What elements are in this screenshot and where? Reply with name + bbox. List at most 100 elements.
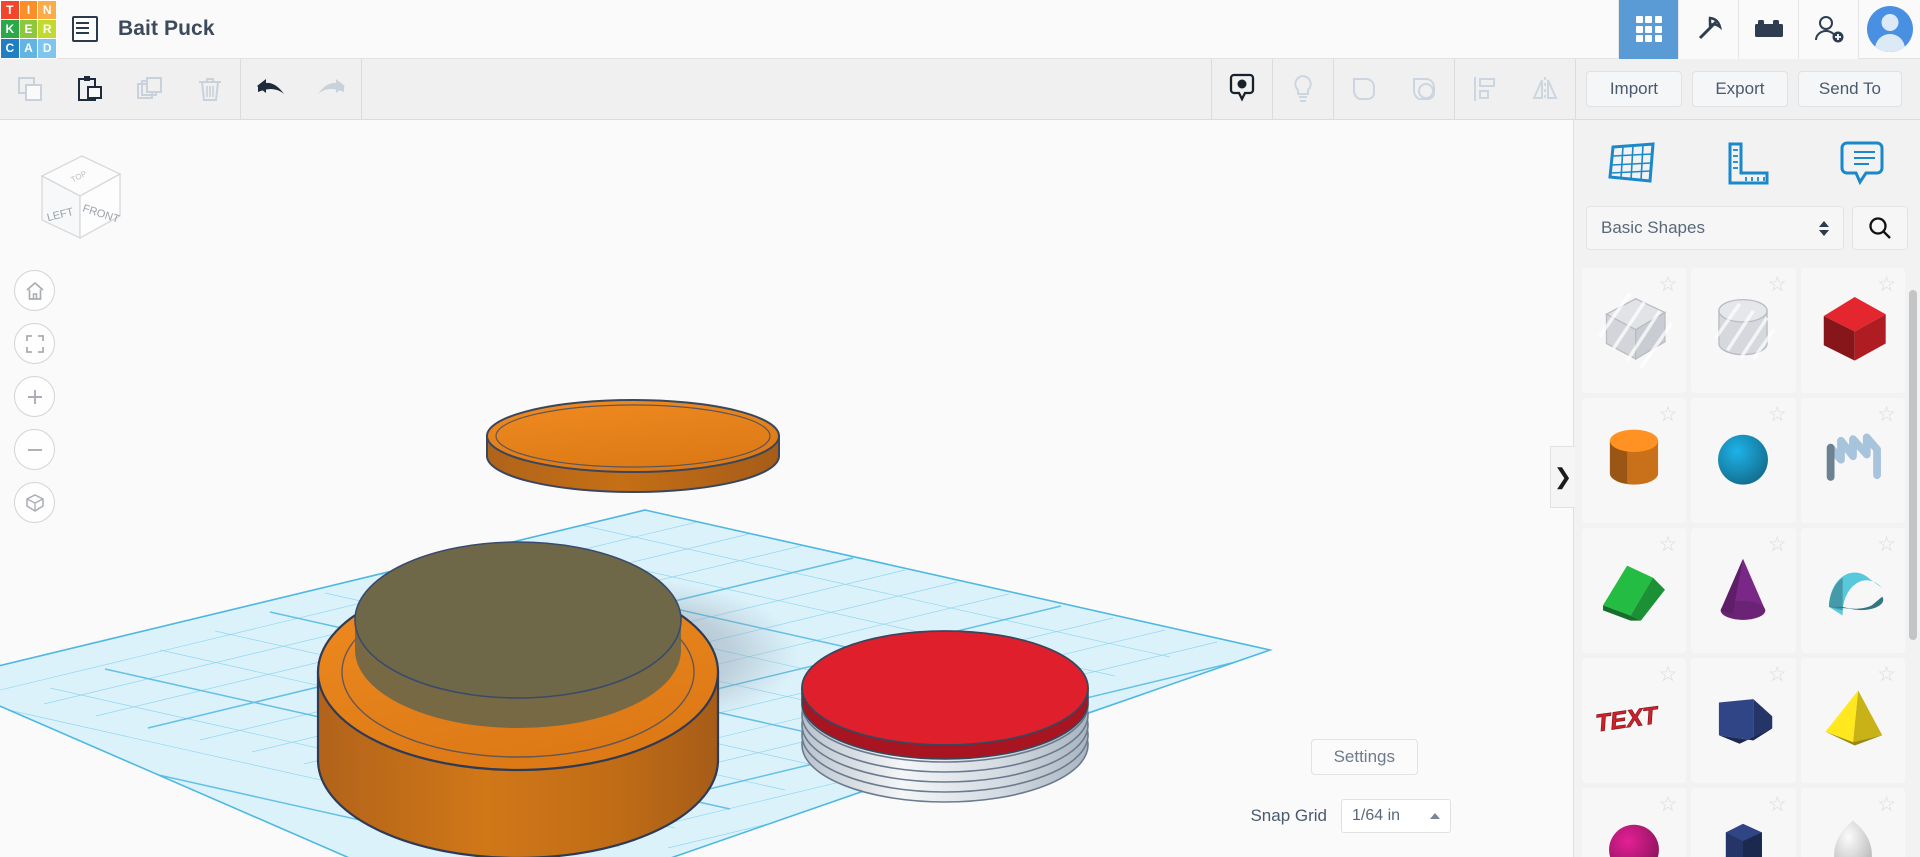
logo-tile-c: C [1,39,19,58]
light-button[interactable] [1273,59,1333,120]
logo-tile-d: D [38,39,56,58]
shape-category-value: Basic Shapes [1601,218,1705,237]
shape-scribble[interactable]: ☆ [1800,398,1905,523]
paste-button[interactable] [60,59,120,120]
history-tools [241,59,361,120]
note-icon[interactable] [1805,138,1920,188]
minus-icon [27,448,42,451]
shape-cylinder-hole[interactable]: ☆ [1691,268,1796,393]
trash-icon [199,78,221,101]
orange-puck-body [316,541,720,857]
shape-wedge[interactable]: ☆ [1691,658,1796,783]
group-button[interactable] [1334,59,1394,120]
shape-library-grid[interactable]: ☆ ☆ ☆ ☆ ☆ ☆ ☆ ☆ ☆ TEXT ☆ ☆ ☆ ☆ ☆ ☆ [1574,260,1920,857]
mirror-button[interactable] [1515,59,1575,120]
copy-icon [18,77,42,101]
shape-pyramid[interactable]: ☆ [1800,658,1905,783]
cylinder-hole-thumbnail [1700,285,1786,376]
caret-up-icon [1430,813,1440,819]
sphere-thumbnail [1700,415,1786,506]
user-avatar[interactable] [1858,0,1920,59]
shapes-scrollbar[interactable] [1909,290,1917,640]
svg-text:TEXT: TEXT [1595,702,1659,738]
shape-search-button[interactable] [1852,206,1908,250]
zoom-out-button[interactable] [14,429,55,470]
home-icon [25,281,44,300]
view-cube[interactable]: LEFT FRONT TOP [20,138,130,253]
red-disc-stack-top [801,630,1089,760]
search-icon [1869,217,1891,239]
duplicate-icon [137,77,162,99]
ungroup-button[interactable] [1394,59,1454,120]
import-button[interactable]: Import [1585,71,1682,107]
group-shapes-icon [1352,78,1375,100]
shape-paraboloid[interactable]: ☆ [1582,788,1687,857]
logo-tile-r: R [38,19,56,39]
list-icon[interactable] [72,16,98,42]
undo-button[interactable] [241,59,301,120]
shape-polygon[interactable]: ☆ [1691,788,1796,857]
shape-category-select[interactable]: Basic Shapes [1586,206,1844,250]
projection-toggle-button[interactable] [14,482,55,523]
shape-egg[interactable]: ☆ [1800,788,1905,857]
workplane-icon[interactable] [1574,139,1689,187]
shape-half-cylinder[interactable]: ☆ [1800,528,1905,653]
shape-box-hole[interactable]: ☆ [1582,268,1687,393]
clipboard-tools [0,59,240,120]
lightbulb-icon [1294,74,1312,102]
tab-designs[interactable] [1618,0,1678,59]
paste-icon [78,76,102,101]
grid-icon [1635,16,1662,42]
send-to-button[interactable]: Send To [1797,71,1902,107]
delete-button[interactable] [180,59,240,120]
shape-cone[interactable]: ☆ [1691,528,1796,653]
redo-button[interactable] [301,59,361,120]
shape-box[interactable]: ☆ [1800,268,1905,393]
settings-button[interactable]: Settings [1310,739,1418,775]
tab-codeblocks[interactable] [1678,0,1738,59]
cone-thumbnail [1700,545,1786,636]
3d-viewport[interactable]: LEFT FRONT TOP Settings Snap Grid 1/64 i… [0,120,1573,857]
fit-frame-icon [25,334,44,353]
paraboloid-thumbnail [1591,805,1677,857]
snap-grid-control: Snap Grid 1/64 in [1250,799,1451,833]
pyramid-thumbnail [1810,675,1896,766]
shape-sphere[interactable]: ☆ [1691,398,1796,523]
zoom-in-button[interactable] [14,376,55,417]
cube-arrow-icon [25,493,44,512]
viewport-nav-controls [14,270,55,535]
duplicate-button[interactable] [120,59,180,120]
visibility-button[interactable] [1212,59,1272,120]
redo-arrow-icon [318,79,345,94]
stepper-arrows-icon [1819,220,1829,236]
align-icon [1473,77,1495,101]
shapes-panel: ❯ Basic Shapes ☆ ☆ ☆ ☆ ☆ ☆ ☆ ☆ ☆ TEXT ☆ … [1550,120,1920,857]
box-thumbnail [1810,285,1896,376]
shape-roof[interactable]: ☆ [1582,528,1687,653]
favorite-star-icon[interactable]: ☆ [1659,664,1678,685]
export-button[interactable]: Export [1691,71,1788,107]
tinkercad-app: TINKERCAD Bait Puck Import Export Send T… [0,0,1920,857]
logo-tile-t: T [1,0,19,19]
panel-collapse-button[interactable]: ❯ [1550,446,1575,508]
mirror-icon [1532,77,1558,101]
polygon-thumbnail [1700,805,1786,857]
page-title: Bait Puck [118,17,215,40]
text-thumbnail: TEXT [1591,692,1677,749]
shape-text[interactable]: TEXT ☆ [1582,658,1687,783]
tinkercad-logo[interactable]: TINKERCAD [0,0,57,59]
fit-to-view-button[interactable] [14,323,55,364]
header-right-actions [1618,0,1920,59]
panel-search-row: Basic Shapes [1574,206,1920,250]
panel-mode-icons [1574,120,1920,206]
invite-people-button[interactable] [1798,0,1858,59]
copy-button[interactable] [0,59,60,120]
ruler-icon[interactable] [1689,139,1804,187]
tab-bricks[interactable] [1738,0,1798,59]
plus-icon [27,389,42,404]
align-button[interactable] [1455,59,1515,120]
add-user-icon [1814,16,1843,43]
shape-cylinder[interactable]: ☆ [1582,398,1687,523]
snap-grid-select[interactable]: 1/64 in [1341,799,1451,833]
home-view-button[interactable] [14,270,55,311]
